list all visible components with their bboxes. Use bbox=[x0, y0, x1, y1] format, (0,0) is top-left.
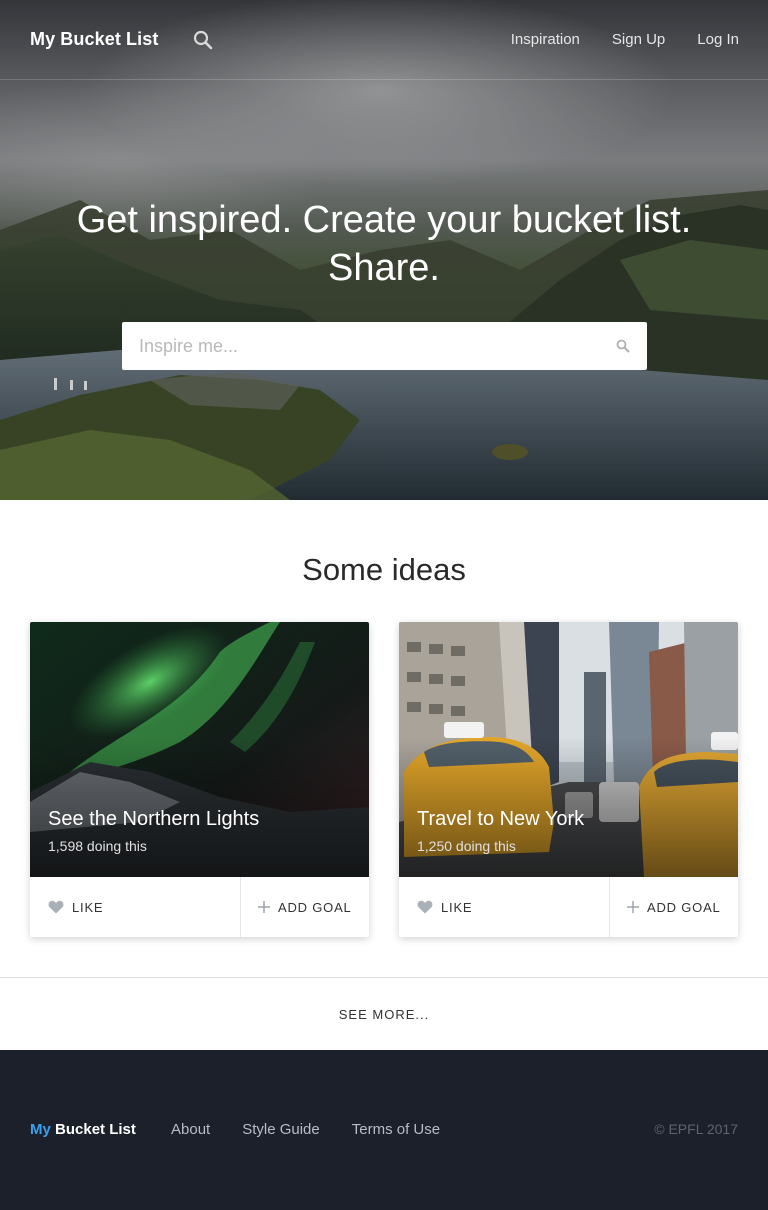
card-count: 1,250 doing this bbox=[417, 838, 516, 854]
heart-icon bbox=[417, 900, 433, 914]
card-title[interactable]: Travel to New York bbox=[417, 808, 584, 831]
footer: My Bucket List About Style Guide Terms o… bbox=[0, 1050, 768, 1210]
section-divider bbox=[0, 977, 768, 978]
like-button[interactable]: LIKE bbox=[30, 877, 241, 937]
plus-icon bbox=[627, 901, 639, 913]
nav-link-sign-up[interactable]: Sign Up bbox=[612, 31, 665, 48]
card-actions: LIKE ADD GOAL bbox=[30, 877, 369, 937]
idea-card: Travel to New York 1,250 doing this LIKE… bbox=[399, 622, 738, 937]
hero-headline: Get inspired. Create your bucket list. S… bbox=[0, 196, 768, 292]
card-image-northern-lights[interactable]: See the Northern Lights 1,598 doing this bbox=[30, 622, 369, 877]
card-count: 1,598 doing this bbox=[48, 838, 147, 854]
footer-link-about[interactable]: About bbox=[171, 1121, 210, 1138]
hero: My Bucket List Inspiration Sign Up Log I… bbox=[0, 0, 768, 500]
footer-links: About Style Guide Terms of Use bbox=[171, 1121, 440, 1138]
like-button[interactable]: LIKE bbox=[399, 877, 610, 937]
footer-link-terms[interactable]: Terms of Use bbox=[352, 1121, 440, 1138]
search-icon[interactable] bbox=[616, 339, 630, 353]
hero-search-box bbox=[122, 322, 647, 370]
add-goal-button[interactable]: ADD GOAL bbox=[610, 877, 738, 937]
add-goal-label: ADD GOAL bbox=[647, 899, 721, 915]
see-more-link[interactable]: SEE MORE... bbox=[0, 1007, 768, 1022]
nav-link-inspiration[interactable]: Inspiration bbox=[511, 31, 580, 48]
like-label: LIKE bbox=[441, 899, 473, 915]
footer-brand-my: My bbox=[30, 1121, 51, 1138]
footer-link-style-guide[interactable]: Style Guide bbox=[242, 1121, 320, 1138]
card-image-new-york[interactable]: Travel to New York 1,250 doing this bbox=[399, 622, 738, 877]
card-title[interactable]: See the Northern Lights bbox=[48, 808, 259, 831]
hero-search-input[interactable] bbox=[122, 322, 602, 370]
footer-brand[interactable]: My Bucket List bbox=[30, 1121, 136, 1138]
search-icon[interactable] bbox=[193, 30, 213, 50]
idea-card: See the Northern Lights 1,598 doing this… bbox=[30, 622, 369, 937]
footer-brand-rest: Bucket List bbox=[55, 1121, 136, 1138]
plus-icon bbox=[258, 901, 270, 913]
nav-links: Inspiration Sign Up Log In bbox=[511, 31, 739, 48]
card-actions: LIKE ADD GOAL bbox=[399, 877, 738, 937]
nav-link-log-in[interactable]: Log In bbox=[697, 31, 739, 48]
section-title: Some ideas bbox=[302, 552, 466, 587]
brand-logo[interactable]: My Bucket List bbox=[30, 29, 158, 50]
add-goal-label: ADD GOAL bbox=[278, 899, 352, 915]
heart-icon bbox=[48, 900, 64, 914]
hero-headline-line-2: Share. bbox=[328, 247, 440, 289]
footer-copyright: © EPFL 2017 bbox=[654, 1121, 738, 1137]
hero-headline-line-1: Get inspired. Create your bucket list. bbox=[76, 199, 692, 241]
add-goal-button[interactable]: ADD GOAL bbox=[241, 877, 369, 937]
top-navbar: My Bucket List Inspiration Sign Up Log I… bbox=[0, 0, 768, 80]
like-label: LIKE bbox=[72, 899, 104, 915]
